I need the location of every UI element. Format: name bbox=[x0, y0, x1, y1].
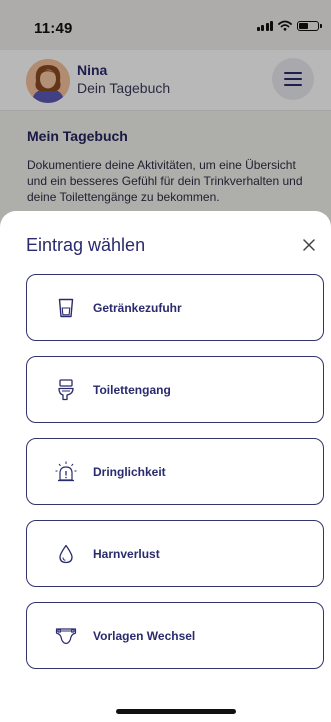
diaper-icon bbox=[55, 624, 77, 648]
close-button[interactable] bbox=[295, 231, 323, 259]
glass-icon bbox=[55, 296, 77, 320]
option-toilettengang[interactable]: Toilettengang bbox=[26, 356, 324, 423]
option-label: Toilettengang bbox=[93, 382, 171, 397]
option-vorlagen-wechsel[interactable]: Vorlagen Wechsel bbox=[26, 602, 324, 669]
sheet-title: Eintrag wählen bbox=[26, 235, 146, 255]
option-label: Dringlichkeit bbox=[93, 464, 166, 479]
toilet-icon bbox=[55, 378, 77, 402]
home-indicator bbox=[116, 709, 236, 714]
option-label: Getränkezufuhr bbox=[93, 300, 182, 315]
close-icon bbox=[303, 239, 315, 251]
entry-select-sheet: Eintrag wählen Getränkezufuhr Toiletteng… bbox=[0, 211, 331, 722]
option-label: Vorlagen Wechsel bbox=[93, 628, 196, 643]
alarm-icon bbox=[55, 460, 77, 484]
drop-icon bbox=[55, 542, 77, 566]
option-label: Harnverlust bbox=[93, 546, 160, 561]
option-harnverlust[interactable]: Harnverlust bbox=[26, 520, 324, 587]
app-screen: 11:49 Nina Dein Tagebuch Mein Tagebuch D… bbox=[0, 0, 331, 722]
option-dringlichkeit[interactable]: Dringlichkeit bbox=[26, 438, 324, 505]
option-getraenkezufuhr[interactable]: Getränkezufuhr bbox=[26, 274, 324, 341]
